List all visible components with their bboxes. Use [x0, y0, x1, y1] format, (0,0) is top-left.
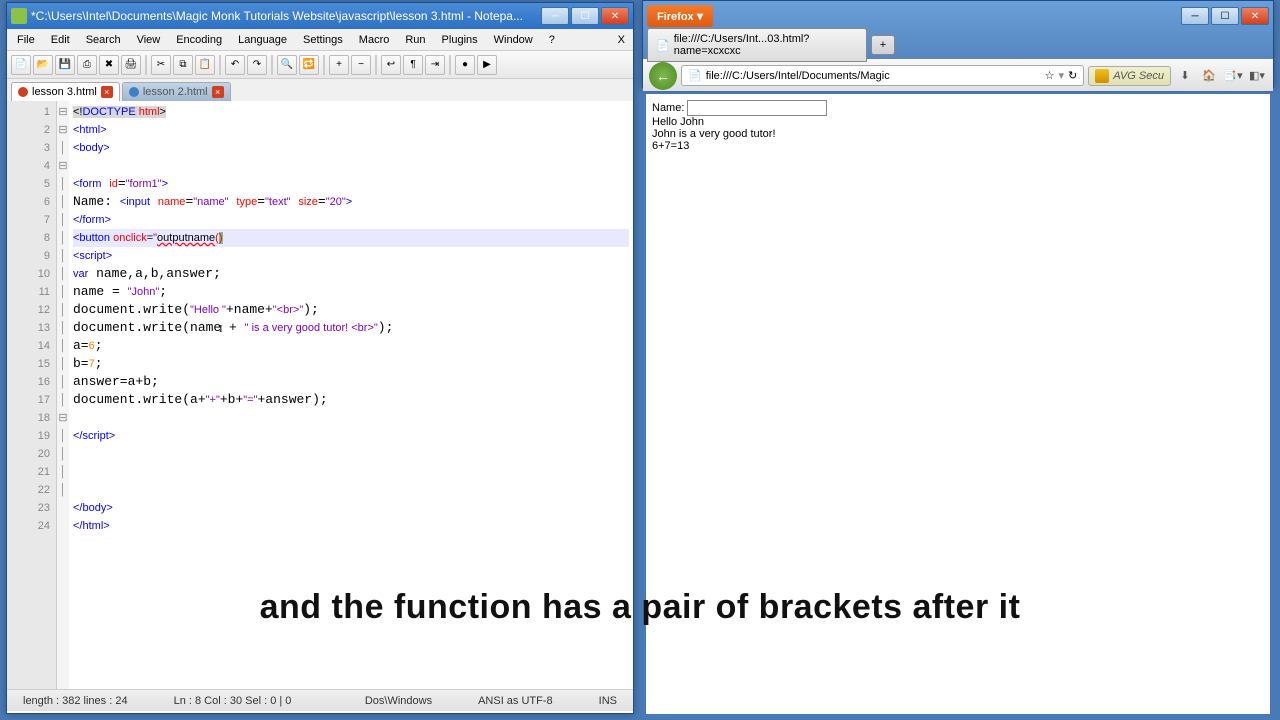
notepad-title: *C:\Users\Intel\Documents\Magic Monk Tut…	[31, 9, 541, 23]
url-bar[interactable]: 📄 file:///C:/Users/Intel/Documents/Magic…	[681, 65, 1084, 86]
close-button[interactable]: ✕	[601, 7, 629, 25]
page-icon: 📄	[656, 39, 670, 52]
menu-view[interactable]: View	[129, 31, 169, 49]
tab-label: lesson 2.html	[143, 86, 208, 98]
tab-close-icon[interactable]: ×	[212, 86, 224, 98]
page-icon: 📄	[688, 69, 702, 82]
avg-toolbar[interactable]: AVG Secu	[1088, 66, 1171, 86]
new-tab-button[interactable]: +	[871, 35, 895, 55]
back-button[interactable]: ←	[649, 62, 677, 90]
menu-help[interactable]: ?	[541, 31, 563, 49]
notepad-titlebar[interactable]: *C:\Users\Intel\Documents\Magic Monk Tut…	[7, 3, 633, 29]
menu-edit[interactable]: Edit	[43, 31, 78, 49]
cut-icon[interactable]: ✂	[151, 55, 171, 75]
notepad-tabs: lesson 3.html × lesson 2.html ×	[7, 79, 633, 101]
copy-icon[interactable]: ⧉	[173, 55, 193, 75]
menu-settings[interactable]: Settings	[295, 31, 351, 49]
macro-rec-icon[interactable]: ●	[455, 55, 475, 75]
show-chars-icon[interactable]: ¶	[403, 55, 423, 75]
zoom-in-icon[interactable]: +	[329, 55, 349, 75]
macro-play-icon[interactable]: ▶	[477, 55, 497, 75]
menu-search[interactable]: Search	[78, 31, 129, 49]
undo-icon[interactable]: ↶	[225, 55, 245, 75]
status-eol: Dos\Windows	[357, 695, 440, 707]
menu-language[interactable]: Language	[230, 31, 295, 49]
firefox-navbar: ← 📄 file:///C:/Users/Intel/Documents/Mag…	[643, 59, 1273, 91]
save-all-icon[interactable]: ⎙	[77, 55, 97, 75]
firefox-tab[interactable]: 📄 file:///C:/Users/Int...03.html?name=xc…	[647, 28, 867, 62]
output-line-2: John is a very good tutor!	[652, 128, 1264, 140]
print-icon[interactable]: 🖨	[121, 55, 141, 75]
output-line-3: 6+7=13	[652, 140, 1264, 152]
wrap-icon[interactable]: ↩	[381, 55, 401, 75]
close-file-icon[interactable]: ✖	[99, 55, 119, 75]
menu-close-doc[interactable]: X	[612, 34, 631, 46]
redo-icon[interactable]: ↷	[247, 55, 267, 75]
paste-icon[interactable]: 📋	[195, 55, 215, 75]
replace-icon[interactable]: 🔁	[299, 55, 319, 75]
menu-file[interactable]: File	[9, 31, 43, 49]
menu-window[interactable]: Window	[486, 31, 541, 49]
name-input[interactable]	[687, 100, 827, 116]
ff-close-button[interactable]: ✕	[1241, 7, 1269, 25]
zoom-out-icon[interactable]: −	[351, 55, 371, 75]
status-mode: INS	[591, 695, 625, 707]
firefox-tab-label: file:///C:/Users/Int...03.html?name=xcxc…	[674, 33, 858, 57]
menu-run[interactable]: Run	[397, 31, 433, 49]
find-icon[interactable]: 🔍	[277, 55, 297, 75]
notepad-menubar: File Edit Search View Encoding Language …	[7, 29, 633, 51]
download-icon[interactable]: ⬇	[1175, 66, 1195, 86]
text-cursor-icon: I	[219, 323, 221, 341]
notepad-statusbar: length : 382 lines : 24 Ln : 8 Col : 30 …	[7, 689, 633, 711]
tab-lesson3[interactable]: lesson 3.html ×	[11, 82, 120, 101]
modified-icon	[18, 87, 28, 97]
notepad-toolbar: 📄 📂 💾 ⎙ ✖ 🖨 ✂ ⧉ 📋 ↶ ↷ 🔍 🔁 + − ↩ ¶ ⇥ ● ▶	[7, 51, 633, 79]
minimize-button[interactable]: ─	[541, 7, 569, 25]
ff-minimize-button[interactable]: ─	[1181, 7, 1209, 25]
bookmarks-icon[interactable]: 📑▾	[1223, 66, 1243, 86]
menu-macro[interactable]: Macro	[351, 31, 398, 49]
tab-lesson2[interactable]: lesson 2.html ×	[122, 82, 231, 101]
indent-icon[interactable]: ⇥	[425, 55, 445, 75]
maximize-button[interactable]: ☐	[571, 7, 599, 25]
status-position: Ln : 8 Col : 30 Sel : 0 | 0	[166, 695, 300, 707]
tab-close-icon[interactable]: ×	[101, 86, 113, 98]
video-caption: and the function has a pair of brackets …	[0, 588, 1280, 627]
avg-flag-icon	[1095, 69, 1109, 83]
url-text: file:///C:/Users/Intel/Documents/Magic	[706, 70, 1041, 82]
name-label: Name:	[652, 102, 684, 114]
bookmark-star-icon[interactable]: ☆	[1045, 69, 1055, 82]
extension-icon[interactable]: ◧▾	[1247, 66, 1267, 86]
ff-maximize-button[interactable]: ☐	[1211, 7, 1239, 25]
tab-label: lesson 3.html	[32, 86, 97, 98]
menu-plugins[interactable]: Plugins	[434, 31, 486, 49]
home-icon[interactable]: 🏠	[1199, 66, 1219, 86]
menu-encoding[interactable]: Encoding	[168, 31, 230, 49]
reload-icon[interactable]: ↻	[1068, 69, 1077, 82]
status-encoding: ANSI as UTF-8	[470, 695, 561, 707]
firefox-tabs: 📄 file:///C:/Users/Int...03.html?name=xc…	[643, 31, 1273, 59]
output-line-1: Hello John	[652, 116, 1264, 128]
file-icon	[129, 87, 139, 97]
notepad-icon	[11, 8, 27, 24]
save-icon[interactable]: 💾	[55, 55, 75, 75]
status-length: length : 382 lines : 24	[15, 695, 136, 707]
open-file-icon[interactable]: 📂	[33, 55, 53, 75]
firefox-window: Firefox ▾ ─ ☐ ✕ 📄 file:///C:/Users/Int..…	[642, 0, 1274, 88]
avg-label: AVG Secu	[1113, 70, 1164, 82]
firefox-menu-button[interactable]: Firefox ▾	[647, 5, 713, 27]
new-file-icon[interactable]: 📄	[11, 55, 31, 75]
